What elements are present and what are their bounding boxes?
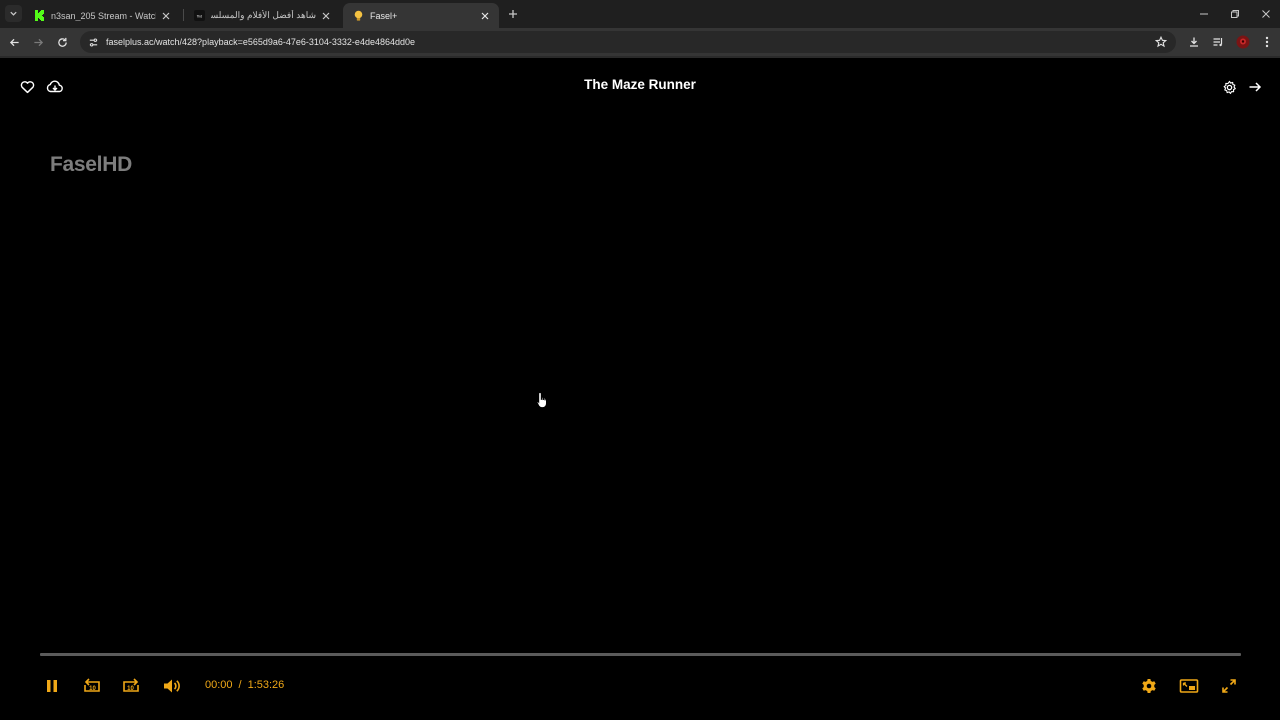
download-button[interactable]: [46, 79, 64, 95]
forward-10-button[interactable]: 10: [121, 677, 141, 695]
svg-text:10: 10: [127, 686, 134, 692]
time-display: 00:00 / 1:53:26: [205, 679, 284, 691]
player-settings-button[interactable]: [1221, 79, 1237, 95]
forward-button[interactable]: [30, 34, 46, 50]
svg-text:fhd: fhd: [196, 14, 202, 19]
tab-close-icon[interactable]: [160, 10, 172, 22]
reload-icon: [57, 37, 67, 47]
close-icon: [1262, 10, 1270, 18]
favorite-button[interactable]: [19, 79, 35, 95]
more-vertical-icon: [1265, 36, 1269, 48]
pause-button[interactable]: [42, 677, 62, 695]
tab-kick-stream[interactable]: n3san_205 Stream - Watch Live: [24, 3, 180, 28]
playlist-icon: [1213, 38, 1223, 47]
pause-icon: [47, 680, 57, 692]
bookmark-star-icon[interactable]: [1154, 35, 1168, 49]
fullscreen-button[interactable]: [1219, 677, 1239, 695]
browser-menu-button[interactable]: [1259, 34, 1275, 50]
video-player[interactable]: The Maze Runner FaselHD 10 10 00:00 / 1:53…: [0, 58, 1280, 720]
gear-icon: [1142, 679, 1156, 693]
forward-10-icon: 10: [123, 678, 139, 692]
url-text: faselplus.ac/watch/428?playback=e565d9a6…: [106, 37, 415, 47]
heart-icon: [20, 81, 34, 94]
media-controls-button[interactable]: [1210, 34, 1226, 50]
download-icon: [1190, 37, 1198, 47]
fullscreen-icon: [1222, 679, 1236, 693]
tab-title: n3san_205 Stream - Watch Live: [51, 10, 156, 21]
volume-icon: [164, 679, 180, 693]
restore-button[interactable]: [1227, 6, 1243, 22]
tab-close-icon[interactable]: [320, 10, 332, 22]
tab-fasel-active[interactable]: Fasel+: [343, 3, 499, 28]
time-separator: /: [238, 679, 242, 691]
rewind-10-button[interactable]: 10: [82, 677, 102, 695]
new-tab-button[interactable]: [505, 6, 521, 22]
downloads-button[interactable]: [1186, 34, 1202, 50]
browser-toolbar: faselplus.ac/watch/428?playback=e565d9a6…: [0, 28, 1280, 56]
cloud-download-icon: [46, 80, 63, 93]
gear-icon: [1223, 80, 1236, 94]
svg-text:10: 10: [89, 686, 96, 692]
reload-button[interactable]: [54, 34, 70, 50]
minimize-icon: [1200, 13, 1208, 15]
kick-logo-icon: [33, 10, 45, 22]
volume-button[interactable]: [162, 677, 182, 695]
video-title: The Maze Runner: [584, 77, 696, 92]
arrow-right-icon: [1249, 82, 1262, 92]
plus-icon: [509, 10, 517, 18]
address-bar[interactable]: faselplus.ac/watch/428?playback=e565d9a6…: [80, 31, 1176, 53]
site-logo-icon: fhd: [193, 10, 205, 22]
rewind-10-icon: 10: [84, 678, 100, 692]
close-window-button[interactable]: [1258, 6, 1274, 22]
lightbulb-icon: [352, 10, 364, 22]
picture-in-picture-icon: [1179, 679, 1199, 693]
back-button[interactable]: [6, 34, 22, 50]
profile-avatar[interactable]: [1235, 34, 1251, 50]
tab-title: Fasel+: [370, 10, 398, 21]
browser-tab-bar: n3san_205 Stream - Watch Live fhd شاهد أ…: [0, 0, 1280, 28]
tab-title: شاهد أفضل الأفلام والمسلسلات: [211, 10, 316, 20]
hand-cursor-icon: [536, 392, 547, 408]
duration: 1:53:26: [247, 679, 285, 691]
avatar-icon: [1236, 35, 1250, 49]
restore-icon: [1231, 10, 1239, 18]
quality-settings-button[interactable]: [1139, 677, 1159, 695]
picture-in-picture-button[interactable]: [1179, 677, 1199, 695]
tab-arabic-site[interactable]: fhd شاهد أفضل الأفلام والمسلسلات: [184, 3, 340, 28]
arrow-right-icon: [33, 38, 43, 46]
minimize-button[interactable]: [1196, 6, 1212, 22]
seek-bar[interactable]: [40, 653, 1241, 656]
arrow-left-icon: [9, 38, 19, 46]
chevron-down-icon: [10, 11, 17, 16]
site-watermark: FaselHD: [50, 153, 132, 176]
exit-player-button[interactable]: [1247, 79, 1263, 95]
video-surface[interactable]: [0, 58, 1280, 720]
current-time: 00:00: [205, 679, 233, 691]
tab-search-button[interactable]: [5, 5, 22, 22]
tab-close-icon[interactable]: [479, 10, 491, 22]
site-info-icon[interactable]: [86, 35, 100, 49]
